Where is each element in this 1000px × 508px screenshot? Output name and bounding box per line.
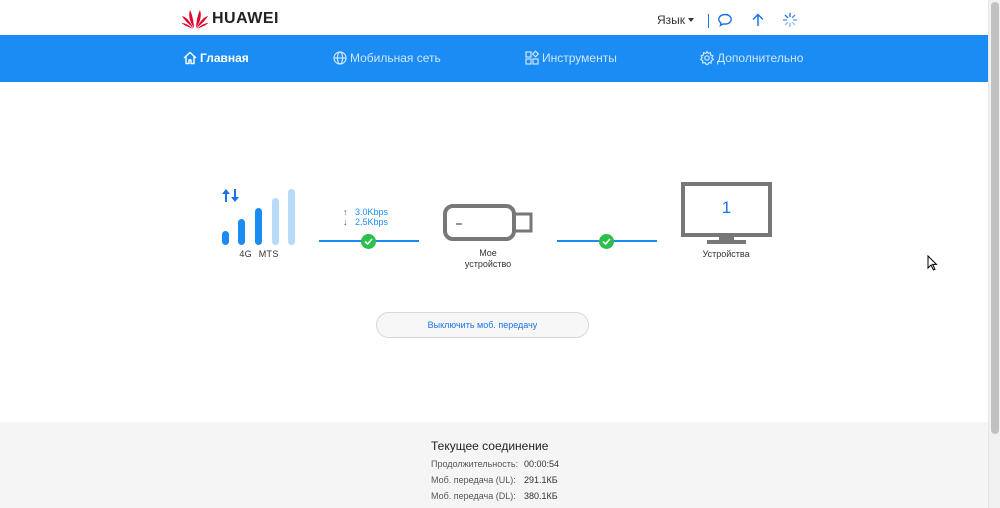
disable-mobile-data-button[interactable]: Выключить моб. передачу bbox=[376, 312, 589, 338]
language-selector[interactable]: Язык bbox=[657, 13, 695, 27]
nav-item-mobile-network[interactable]: Мобильная сеть bbox=[332, 50, 441, 66]
loading-icon[interactable] bbox=[782, 12, 798, 28]
network-label: 4G MTS bbox=[222, 249, 296, 259]
nav-item-label: Дополнительно bbox=[717, 51, 804, 65]
header-divider bbox=[708, 14, 709, 28]
network-operator: MTS bbox=[258, 249, 279, 259]
upload-icon[interactable] bbox=[750, 12, 766, 28]
main-nav: Главная Мобильная сеть Инструменты Допол… bbox=[0, 35, 988, 82]
huawei-flower-icon bbox=[181, 10, 209, 29]
caret-down-icon bbox=[688, 18, 695, 22]
connection-diagram: 4G MTS ↑ 3.0Kbps ↓ 2.5Kbps Мое устройств… bbox=[0, 82, 988, 422]
gear-icon bbox=[699, 50, 715, 66]
arrow-up-icon: ↑ bbox=[343, 207, 348, 217]
my-device-label: Мое устройство bbox=[464, 248, 512, 269]
arrow-down-icon: ↓ bbox=[343, 217, 348, 227]
globe-icon bbox=[333, 51, 347, 65]
connected-devices-count: 1 bbox=[721, 198, 732, 217]
scrollbar-thumb[interactable] bbox=[991, 2, 999, 434]
message-icon[interactable] bbox=[717, 12, 733, 28]
nav-item-home[interactable]: Главная bbox=[182, 50, 249, 66]
modem-icon[interactable] bbox=[442, 203, 534, 243]
nav-item-label: Мобильная сеть bbox=[350, 51, 441, 65]
connection-row: Моб. передача (DL): 380.1КБ bbox=[431, 491, 558, 501]
check-icon bbox=[361, 234, 376, 249]
signal-strength-icon bbox=[222, 189, 295, 245]
language-label: Язык bbox=[657, 13, 686, 27]
devices-label: Устройства bbox=[702, 249, 750, 259]
nav-item-label: Главная bbox=[200, 51, 249, 65]
connection-row: Продолжительность: 00:00:54 bbox=[431, 459, 560, 469]
nav-item-label: Инструменты bbox=[542, 51, 617, 65]
nav-item-advanced[interactable]: Дополнительно bbox=[699, 50, 803, 66]
current-connection-title: Текущее соединение bbox=[431, 439, 549, 453]
brand-name: HUAWEI bbox=[212, 10, 279, 27]
vertical-scrollbar[interactable] bbox=[988, 0, 1000, 508]
mouse-cursor-icon bbox=[927, 255, 938, 271]
top-bar: HUAWEI Язык bbox=[0, 0, 988, 35]
download-speed: 2.5Kbps bbox=[355, 217, 389, 227]
current-connection-panel: Текущее соединение Продолжительность: 00… bbox=[0, 422, 988, 508]
speed-indicator: ↑ 3.0Kbps ↓ 2.5Kbps bbox=[343, 207, 388, 227]
nav-item-tools[interactable]: Инструменты bbox=[524, 50, 617, 66]
huawei-logo[interactable]: HUAWEI bbox=[181, 8, 279, 30]
upload-speed: 3.0Kbps bbox=[355, 207, 389, 217]
home-icon bbox=[183, 51, 197, 65]
network-type: 4G bbox=[239, 249, 252, 259]
tools-icon bbox=[525, 50, 540, 65]
page: HUAWEI Язык Главная Мобильная сеть Инстр… bbox=[0, 0, 988, 508]
check-icon bbox=[599, 234, 614, 249]
connection-row: Моб. передача (UL): 291.1КБ bbox=[431, 475, 558, 485]
